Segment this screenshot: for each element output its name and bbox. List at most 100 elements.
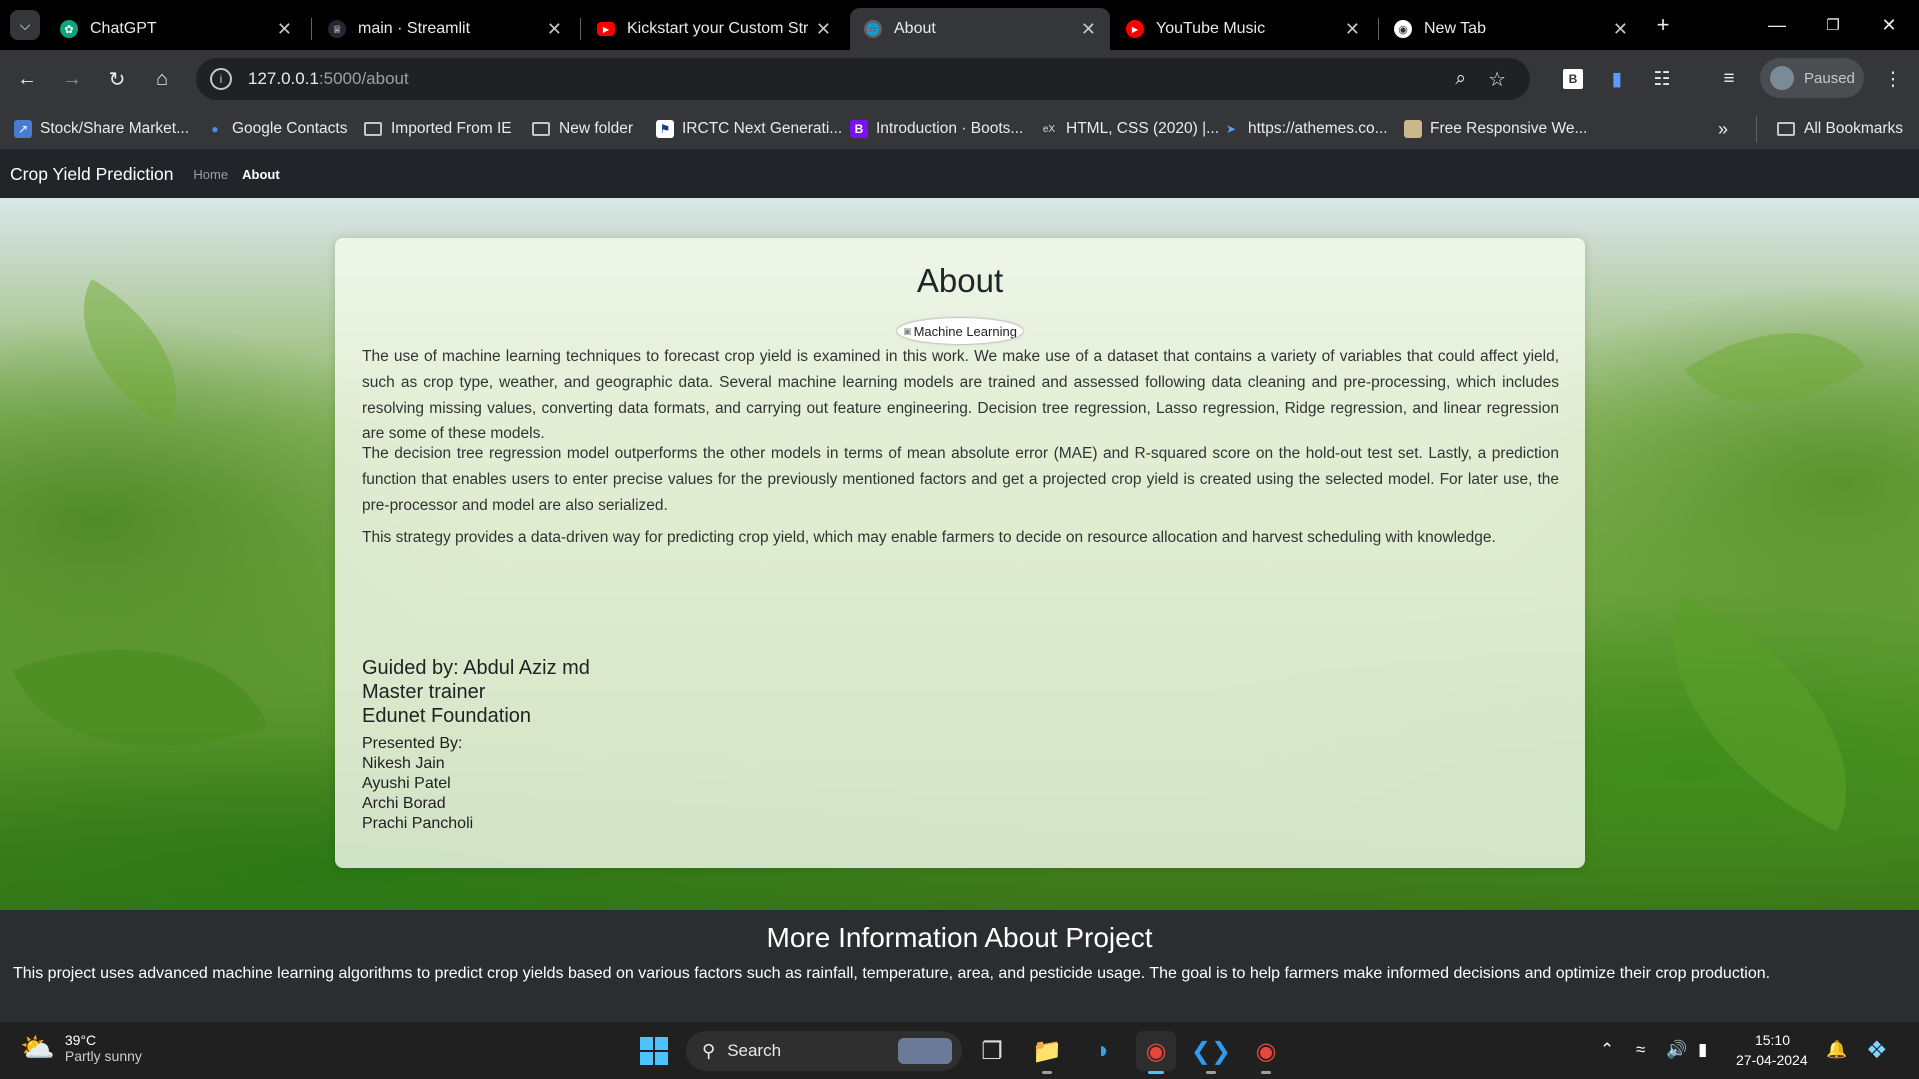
tab-new-tab[interactable]: ◉ New Tab ✕ [1380,8,1642,50]
weather-temp: 39°C [64,1031,97,1048]
extensions-button[interactable]: ☷ [1647,64,1677,94]
image-alt-text: Machine Learning [913,323,1017,339]
bookmark-edx[interactable]: eX HTML, CSS (2020) |... [1040,116,1219,142]
address-bar[interactable]: i 127.0.0.1:5000/about ⌕ ☆ [196,58,1530,100]
tab-title: ChatGPT [90,20,157,37]
close-icon[interactable]: ✕ [816,19,831,40]
minimize-button[interactable]: — [1754,10,1800,40]
bookmark-label: https://athemes.co... [1248,120,1388,137]
restore-button[interactable]: ❐ [1810,10,1856,40]
minimize-icon: — [1768,14,1786,35]
search-highlight-icon [898,1038,952,1064]
site-navbar: Crop Yield Prediction Home About [0,150,1919,198]
new-tab-button[interactable]: + [1640,10,1686,40]
tab-divider [580,18,581,40]
edge-button[interactable]: ◑ [1081,1031,1121,1071]
tab-chatgpt[interactable]: ✿ ChatGPT ✕ [46,8,306,50]
chrome-profile-button[interactable]: ◉ [1246,1031,1286,1074]
notification-bell-icon[interactable]: 🔔 [1826,1040,1847,1060]
nav-home-link[interactable]: Home [193,167,228,182]
plus-icon: + [1656,12,1670,37]
battery-icon[interactable]: ▮ [1698,1040,1707,1060]
tab-search-button[interactable]: ⌵ [10,10,40,40]
contacts-icon: ● [211,122,219,136]
running-indicator [1042,1071,1052,1074]
bookmark-new-folder[interactable]: New folder [532,116,633,142]
windows-taskbar: ⛅ 39°C Partly sunny ⚲ Search ❐ 📁 ◑ ◉ ❮❯ … [0,1021,1919,1079]
reload-icon: ↻ [108,68,126,91]
bookmark-stock[interactable]: ↗ Stock/Share Market... [14,116,189,142]
close-icon[interactable]: ✕ [1613,19,1628,40]
more-info-section: More Information About Project This proj… [0,910,1919,1021]
tab-title: New Tab [1424,20,1486,37]
forward-button[interactable]: → [57,64,87,94]
folder-icon [1777,122,1795,136]
bookmark-imported-ie[interactable]: Imported From IE [364,116,512,142]
profile-button[interactable]: Paused [1760,58,1864,98]
leaf-decoration [12,594,268,802]
task-view-button[interactable]: ❐ [972,1031,1012,1071]
taskbar-search[interactable]: ⚲ Search [686,1031,962,1071]
close-icon[interactable]: ✕ [1345,19,1360,40]
start-button[interactable] [634,1031,674,1071]
star-icon[interactable]: ☆ [1488,67,1506,92]
browser-toolbar: ← → ↻ ⌂ i 127.0.0.1:5000/about ⌕ ☆ B ▮ ☷… [0,50,1919,108]
bootstrap-ext-icon: B [1563,69,1583,89]
close-window-button[interactable]: ✕ [1866,10,1912,40]
clock[interactable]: 15:10 [1734,1030,1790,1050]
close-icon[interactable]: ✕ [1081,19,1096,40]
all-bookmarks-button[interactable]: All Bookmarks [1756,116,1903,142]
media-button[interactable]: ≡ [1714,64,1744,94]
bookmark-label: Google Contacts [232,120,348,137]
copilot-icon[interactable]: ❖ [1866,1036,1888,1065]
site-brand[interactable]: Crop Yield Prediction [10,164,173,185]
tab-youtube-music[interactable]: ▶ YouTube Music ✕ [1112,8,1374,50]
page-title: About [916,262,1004,299]
more-info-title: More Information About Project [766,922,1153,953]
bookmark-label: IRCTC Next Generati... [682,120,843,137]
info-icon[interactable]: i [210,68,232,90]
bootstrap-icon: B [850,120,868,138]
stock-icon: ↗ [14,120,32,138]
weather-widget[interactable]: ⛅ 39°C Partly sunny [20,1031,142,1064]
home-button[interactable]: ⌂ [147,64,177,94]
wifi-icon[interactable]: ≈ [1636,1040,1645,1060]
menu-button[interactable]: ⋮ [1878,64,1908,94]
arrow-right-icon: → [62,67,82,90]
nav-about-link[interactable]: About [242,167,280,182]
bookmark-free-responsive[interactable]: Free Responsive We... [1404,116,1587,142]
clock-date: 27-04-2024 [1736,1052,1808,1068]
bookmark-irctc[interactable]: ⚑ IRCTC Next Generati... [656,116,842,142]
extension-b-button[interactable]: B [1558,64,1588,94]
about-paragraph: The use of machine learning techniques t… [362,348,1559,443]
close-icon[interactable]: ✕ [547,19,562,40]
tab-kickstart[interactable]: ▶ Kickstart your Custom Stre ✕ [583,8,845,50]
volume-icon[interactable]: 🔊 [1666,1040,1687,1060]
bookmark-google-contacts[interactable]: ● Google Contacts [206,116,347,142]
chevron-up-icon[interactable]: ⌃ [1600,1040,1614,1060]
tab-streamlit[interactable]: ♕ main · Streamlit ✕ [314,8,576,50]
bookmark-label: Stock/Share Market... [40,120,190,137]
zoom-icon[interactable]: ⌕ [1455,68,1466,90]
leaf-decoration [46,279,214,427]
bookmark-label: New folder [559,120,634,137]
reload-button[interactable]: ↻ [102,64,132,94]
close-icon[interactable]: ✕ [277,19,292,40]
running-indicator [1261,1071,1271,1074]
tab-about[interactable]: 🌐 About ✕ [850,8,1110,50]
bookmarks-overflow-button[interactable]: » [1718,116,1728,142]
url-path: :5000/about [318,69,409,88]
extension-doc-button[interactable]: ▮ [1602,64,1632,94]
back-button[interactable]: ← [12,64,42,94]
chevron-down-icon: ⌵ [19,16,31,33]
chrome-button[interactable]: ◉ [1136,1031,1176,1074]
vscode-button[interactable]: ❮❯ [1191,1031,1231,1074]
file-explorer-button[interactable]: 📁 [1027,1031,1067,1074]
presenter-name: Nikesh Jain [362,755,445,772]
bookmark-athemes[interactable]: ➤ https://athemes.co... [1222,116,1388,142]
guide-role: Master trainer [362,681,486,703]
folder-icon [532,122,550,136]
bookmark-bootstrap[interactable]: B Introduction · Boots... [850,116,1023,142]
bookmark-label: HTML, CSS (2020) |... [1066,120,1220,137]
avatar [1770,66,1794,90]
